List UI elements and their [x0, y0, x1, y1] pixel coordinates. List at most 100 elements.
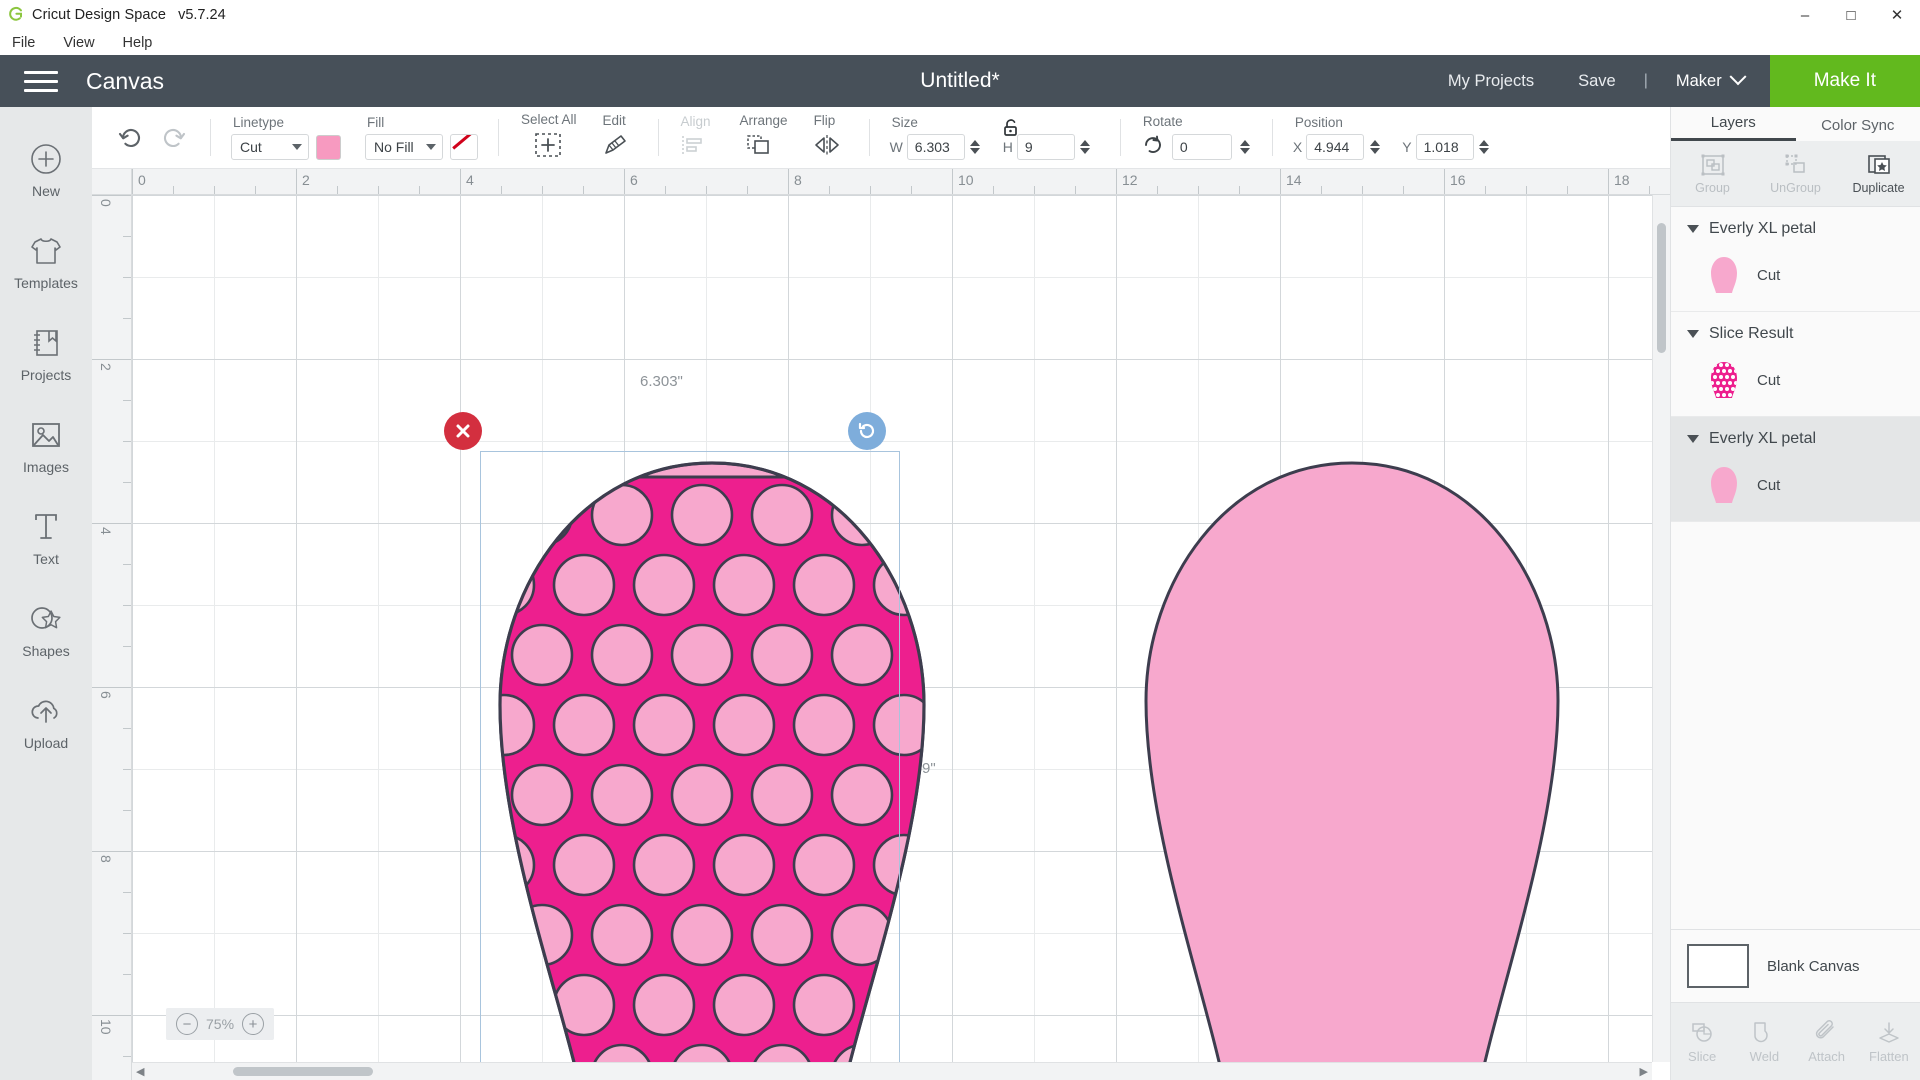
scroll-right-arrow-icon[interactable]: ▶	[1636, 1065, 1652, 1078]
machine-selector[interactable]: Maker	[1654, 72, 1752, 91]
position-x-stepper[interactable]	[1368, 140, 1381, 154]
sidebar-item-images[interactable]: Images	[0, 399, 92, 491]
horizontal-scrollbar[interactable]: ◀ ▶	[132, 1062, 1652, 1080]
arrange-icon[interactable]	[744, 132, 774, 163]
rotate-icon[interactable]	[1141, 133, 1165, 162]
sidebar-item-text[interactable]: Text	[0, 491, 92, 583]
ruler-h-tickmark	[1362, 186, 1363, 194]
ruler-h-tickmark	[214, 186, 215, 194]
ruler-v-tickmark	[123, 728, 131, 729]
canvas-grid[interactable]: 6.303" 9"	[132, 195, 1670, 1080]
rotate-handle[interactable]	[848, 412, 886, 450]
no-fill-swatch-icon[interactable]	[450, 134, 478, 160]
layer-row[interactable]: Cut	[1671, 461, 1920, 521]
aspect-lock-button[interactable]	[1000, 117, 1022, 144]
size-group: Size W 6.303 H 9	[878, 107, 1112, 168]
position-y-input[interactable]: 1.018	[1416, 134, 1474, 160]
width-key: W	[890, 139, 903, 155]
layer-thumbnail	[1709, 465, 1739, 505]
width-input[interactable]: 6.303	[907, 134, 965, 160]
duplicate-button[interactable]: Duplicate	[1837, 141, 1920, 206]
layer-header[interactable]: Everly XL petal	[1671, 207, 1920, 251]
ruler-v-tickmark	[123, 933, 131, 934]
layer-group-everly-petal-2[interactable]: Everly XL petal Cut	[1671, 417, 1920, 522]
sidebar-item-upload[interactable]: Upload	[0, 675, 92, 767]
delete-handle[interactable]	[444, 412, 482, 450]
horizontal-scroll-thumb[interactable]	[233, 1067, 373, 1076]
linetype-select[interactable]: Cut	[231, 134, 309, 160]
position-x-input[interactable]: 4.944	[1306, 134, 1364, 160]
ruler-v-tickmark	[123, 1056, 131, 1057]
selection-height-label: 9"	[922, 760, 936, 777]
sidebar-label-upload: Upload	[24, 735, 68, 751]
canvas-background-row[interactable]: Blank Canvas	[1671, 929, 1920, 1002]
flatten-label: Flatten	[1869, 1049, 1909, 1064]
rotate-input[interactable]: 0	[1172, 134, 1232, 160]
redo-icon[interactable]	[162, 125, 188, 151]
menu-item-file[interactable]: File	[8, 33, 39, 53]
save-button[interactable]: Save	[1556, 72, 1638, 91]
height-input[interactable]: 9	[1017, 134, 1075, 160]
sidebar-item-new[interactable]: New	[0, 123, 92, 215]
layer-tools: Group UnGroup Duplicate	[1671, 141, 1920, 207]
petal-shape-plain[interactable]	[1122, 457, 1582, 1080]
title-bar: Cricut Design Space v5.7.24 – □ ✕	[0, 0, 1920, 30]
fill-value: No Fill	[374, 139, 414, 155]
tab-layers[interactable]: Layers	[1671, 114, 1796, 141]
chevron-down-icon[interactable]	[1687, 435, 1699, 443]
ruler-h-tick: 4	[466, 172, 474, 188]
scroll-left-arrow-icon[interactable]: ◀	[132, 1065, 148, 1078]
sidebar-item-templates[interactable]: Templates	[0, 215, 92, 307]
design-canvas[interactable]: 02468101214161820 0246810	[92, 169, 1670, 1080]
sidebar-item-projects[interactable]: Projects	[0, 307, 92, 399]
layer-group-slice-result[interactable]: Slice Result	[1671, 312, 1920, 417]
maximize-button[interactable]: □	[1828, 0, 1874, 30]
height-stepper[interactable]	[1079, 140, 1092, 154]
select-all-icon[interactable]	[533, 131, 563, 164]
flip-icon[interactable]	[812, 132, 842, 163]
layer-header[interactable]: Slice Result	[1671, 312, 1920, 356]
project-title[interactable]: Untitled*	[920, 69, 999, 93]
ruler-v-tick: 4	[98, 527, 114, 535]
close-button[interactable]: ✕	[1874, 0, 1920, 30]
ruler-h-tickmark	[665, 186, 666, 194]
rotate-stepper[interactable]	[1239, 140, 1252, 154]
chevron-down-icon[interactable]	[1687, 330, 1699, 338]
vertical-scrollbar[interactable]	[1652, 195, 1670, 1062]
fill-select[interactable]: No Fill	[365, 134, 443, 160]
width-field[interactable]: W 6.303	[890, 134, 982, 160]
width-stepper[interactable]	[969, 140, 982, 154]
undo-icon[interactable]	[116, 125, 142, 151]
vertical-scroll-thumb[interactable]	[1657, 223, 1666, 353]
rotate-group: Rotate 0	[1129, 107, 1264, 168]
edit-pencil-icon[interactable]	[601, 132, 631, 163]
linetype-color-swatch[interactable]	[316, 135, 341, 160]
ruler-h-tickmark	[1608, 169, 1609, 194]
layer-row[interactable]: Cut	[1671, 356, 1920, 416]
edit-toolbar: Linetype Cut Fill No Fill	[92, 107, 1670, 169]
hamburger-menu-icon[interactable]	[24, 71, 58, 92]
layer-group-everly-petal-1[interactable]: Everly XL petal Cut	[1671, 207, 1920, 312]
slice-icon	[1689, 1020, 1715, 1044]
my-projects-link[interactable]: My Projects	[1426, 72, 1556, 91]
layer-row[interactable]: Cut	[1671, 251, 1920, 311]
zoom-control[interactable]: − 75% +	[166, 1008, 274, 1040]
make-it-button[interactable]: Make It	[1770, 55, 1920, 107]
position-y-field[interactable]: Y 1.018	[1402, 134, 1490, 160]
zoom-out-button[interactable]: −	[176, 1013, 198, 1035]
ruler-v-tickmark	[123, 605, 131, 606]
position-y-stepper[interactable]	[1478, 140, 1491, 154]
menu-item-help[interactable]: Help	[119, 33, 157, 53]
ungroup-button: UnGroup	[1754, 141, 1837, 206]
position-x-field[interactable]: X 4.944	[1293, 134, 1381, 160]
menu-item-view[interactable]: View	[59, 33, 98, 53]
ruler-h-tickmark	[419, 186, 420, 194]
chevron-down-icon[interactable]	[1687, 225, 1699, 233]
position-x-key: X	[1293, 139, 1302, 155]
layer-header[interactable]: Everly XL petal	[1671, 417, 1920, 461]
zoom-in-button[interactable]: +	[242, 1013, 264, 1035]
tab-color-sync[interactable]: Color Sync	[1796, 117, 1920, 141]
minimize-button[interactable]: –	[1782, 0, 1828, 30]
chevron-down-icon	[1729, 68, 1746, 85]
sidebar-item-shapes[interactable]: Shapes	[0, 583, 92, 675]
